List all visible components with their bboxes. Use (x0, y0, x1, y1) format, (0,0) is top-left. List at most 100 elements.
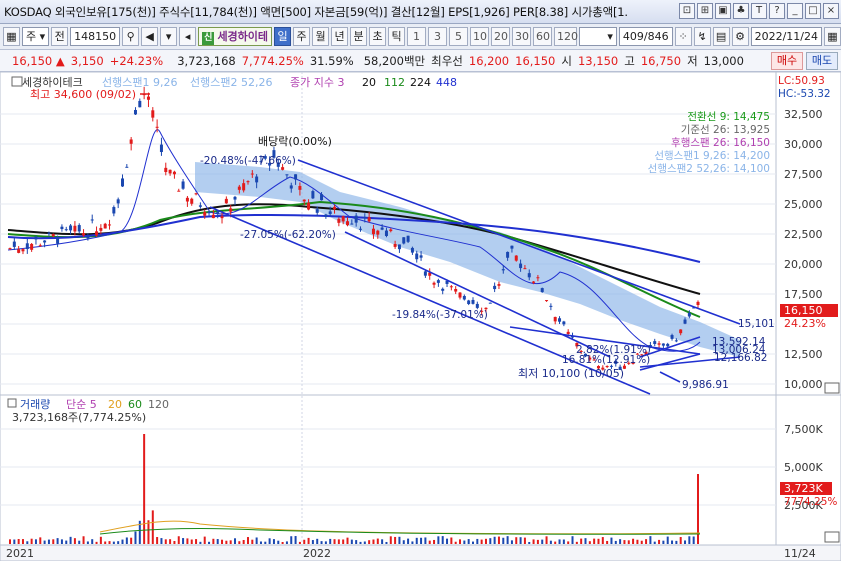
volume-bar (454, 541, 457, 544)
settings-icon[interactable]: ⚙ (731, 27, 749, 46)
candle-body (77, 225, 81, 232)
candle-body (168, 169, 172, 174)
volume-bar (385, 541, 388, 544)
volume-bar (186, 538, 189, 544)
volume-legend-120: 120 (148, 398, 169, 411)
volume-bar (350, 539, 353, 544)
window-icon-1[interactable]: ⊡ (679, 3, 695, 19)
price-tick-12500: 12,500 (784, 348, 823, 361)
period-month-tab[interactable]: 월 (312, 27, 330, 46)
stock-code-input[interactable]: 148150 (70, 27, 121, 46)
volume-bar (173, 540, 176, 544)
candle-body (350, 223, 354, 225)
chart-type-select[interactable]: 주 ▾ (22, 27, 50, 46)
annotation-6: 15,101 (738, 318, 775, 330)
count-total: /846 (643, 30, 669, 43)
volume-bar (584, 538, 587, 544)
period-tick-tab[interactable]: 틱 (388, 27, 406, 46)
window-titlebar: KOSDAQ 외국인보유[175(천)] 주식수[11,784(천)] 액면[5… (0, 0, 841, 24)
period-week-tab[interactable]: 주 (293, 27, 311, 46)
sound-icon[interactable]: ◀ (141, 27, 159, 46)
candle-body (471, 299, 475, 304)
candle-body (99, 227, 103, 231)
volume-bar (363, 541, 366, 544)
interval-30[interactable]: 30 (512, 27, 532, 46)
interval-20[interactable]: 20 (491, 27, 511, 46)
pane-resize-icon[interactable] (824, 382, 840, 394)
help-icon[interactable]: ? (769, 3, 785, 19)
minimize-icon[interactable]: _ (787, 3, 803, 19)
high-marker: 최고 34,600 (09/02) (30, 88, 136, 101)
pin-icon[interactable]: ♣ (733, 3, 749, 19)
volume-bar (381, 539, 384, 544)
interval-120[interactable]: 120 (554, 27, 578, 46)
interval-5[interactable]: 5 (449, 27, 469, 46)
search-icon[interactable]: ⚲ (122, 27, 140, 46)
prev-button[interactable]: 전 (51, 27, 69, 46)
candle-body (121, 178, 125, 187)
candle-body (406, 235, 410, 242)
candle-body (250, 173, 254, 175)
period-minute-tab[interactable]: 분 (350, 27, 368, 46)
save-icon[interactable]: ▤ (712, 27, 730, 46)
ticker-left-icon[interactable]: ◂ (179, 27, 197, 46)
dropdown-icon[interactable]: ▾ (160, 27, 178, 46)
period-day-tab[interactable]: 일 (274, 27, 292, 46)
candle-body (194, 193, 198, 195)
volume-bar (112, 541, 115, 544)
volume-legend-icon[interactable] (7, 398, 17, 408)
candle-body (553, 316, 557, 322)
candle-body (501, 269, 505, 271)
volume-bar (43, 540, 46, 544)
calendar-icon[interactable]: ▦ (824, 27, 841, 46)
count-display[interactable]: 409/846 (618, 27, 673, 46)
interval-custom-input[interactable]: ▾ (579, 27, 617, 46)
volume-tick-7500: 7,500K (784, 423, 823, 436)
candle-body (146, 96, 150, 100)
ask-label: 최우선 (431, 53, 463, 68)
legend-ma-448: 448 (436, 76, 457, 89)
maximize-icon[interactable]: □ (805, 3, 821, 19)
interval-1[interactable]: 1 (407, 27, 427, 46)
volume-bar (614, 540, 617, 544)
date-input[interactable]: 2022/11/24 (750, 27, 822, 46)
close-icon[interactable]: × (823, 3, 839, 19)
grid-icon[interactable]: ▦ (3, 27, 20, 46)
volume-bar (610, 537, 613, 544)
candle-body (536, 277, 540, 279)
annotation-10: 9,986.91 (682, 379, 729, 391)
volume-bar (34, 539, 37, 544)
legend-grid-icon[interactable] (11, 76, 23, 87)
volume-bar (519, 537, 522, 544)
open-label: 시 (561, 53, 572, 68)
volume-bar (147, 520, 150, 544)
period-year-tab[interactable]: 년 (331, 27, 349, 46)
window-icon-3[interactable]: ▣ (715, 3, 731, 19)
change-value: 3,150 (70, 53, 104, 68)
interval-3[interactable]: 3 (428, 27, 448, 46)
candle-body (441, 288, 445, 291)
stock-name-box[interactable]: 신 세경하이테 (198, 27, 273, 46)
buy-button[interactable]: 매수 (771, 52, 803, 70)
volume-bar (238, 541, 241, 544)
volume-bar (86, 541, 89, 544)
volume-bar (182, 538, 185, 544)
candle-body (56, 237, 60, 244)
legend-ma-20: 20 (362, 76, 376, 89)
interval-60[interactable]: 60 (533, 27, 553, 46)
pattern-icon[interactable]: ⁘ (674, 27, 692, 46)
interval-10[interactable]: 10 (470, 27, 490, 46)
sell-button[interactable]: 매도 (806, 52, 838, 70)
volume-resize-icon[interactable] (824, 531, 840, 543)
date-value: 2022/11/24 (754, 30, 818, 43)
price-tick-25000: 25,000 (784, 198, 823, 211)
chart-toolbar: ▦ 주 ▾ 전 148150 ⚲ ◀ ▾ ◂ 신 세경하이테 일 주 월 년 분 … (0, 24, 841, 50)
candle-body (661, 343, 665, 346)
volume-bar (272, 539, 275, 544)
volume-bar (329, 538, 332, 544)
period-second-tab[interactable]: 초 (369, 27, 387, 46)
font-icon[interactable]: T (751, 3, 767, 19)
window-icon-2[interactable]: ⊞ (697, 3, 713, 19)
tool-icon[interactable]: ↯ (693, 27, 711, 46)
stock-chart[interactable]: 최고 34,600 (09/02) 최저 10,100 (10/05) 배당락(… (0, 72, 841, 561)
